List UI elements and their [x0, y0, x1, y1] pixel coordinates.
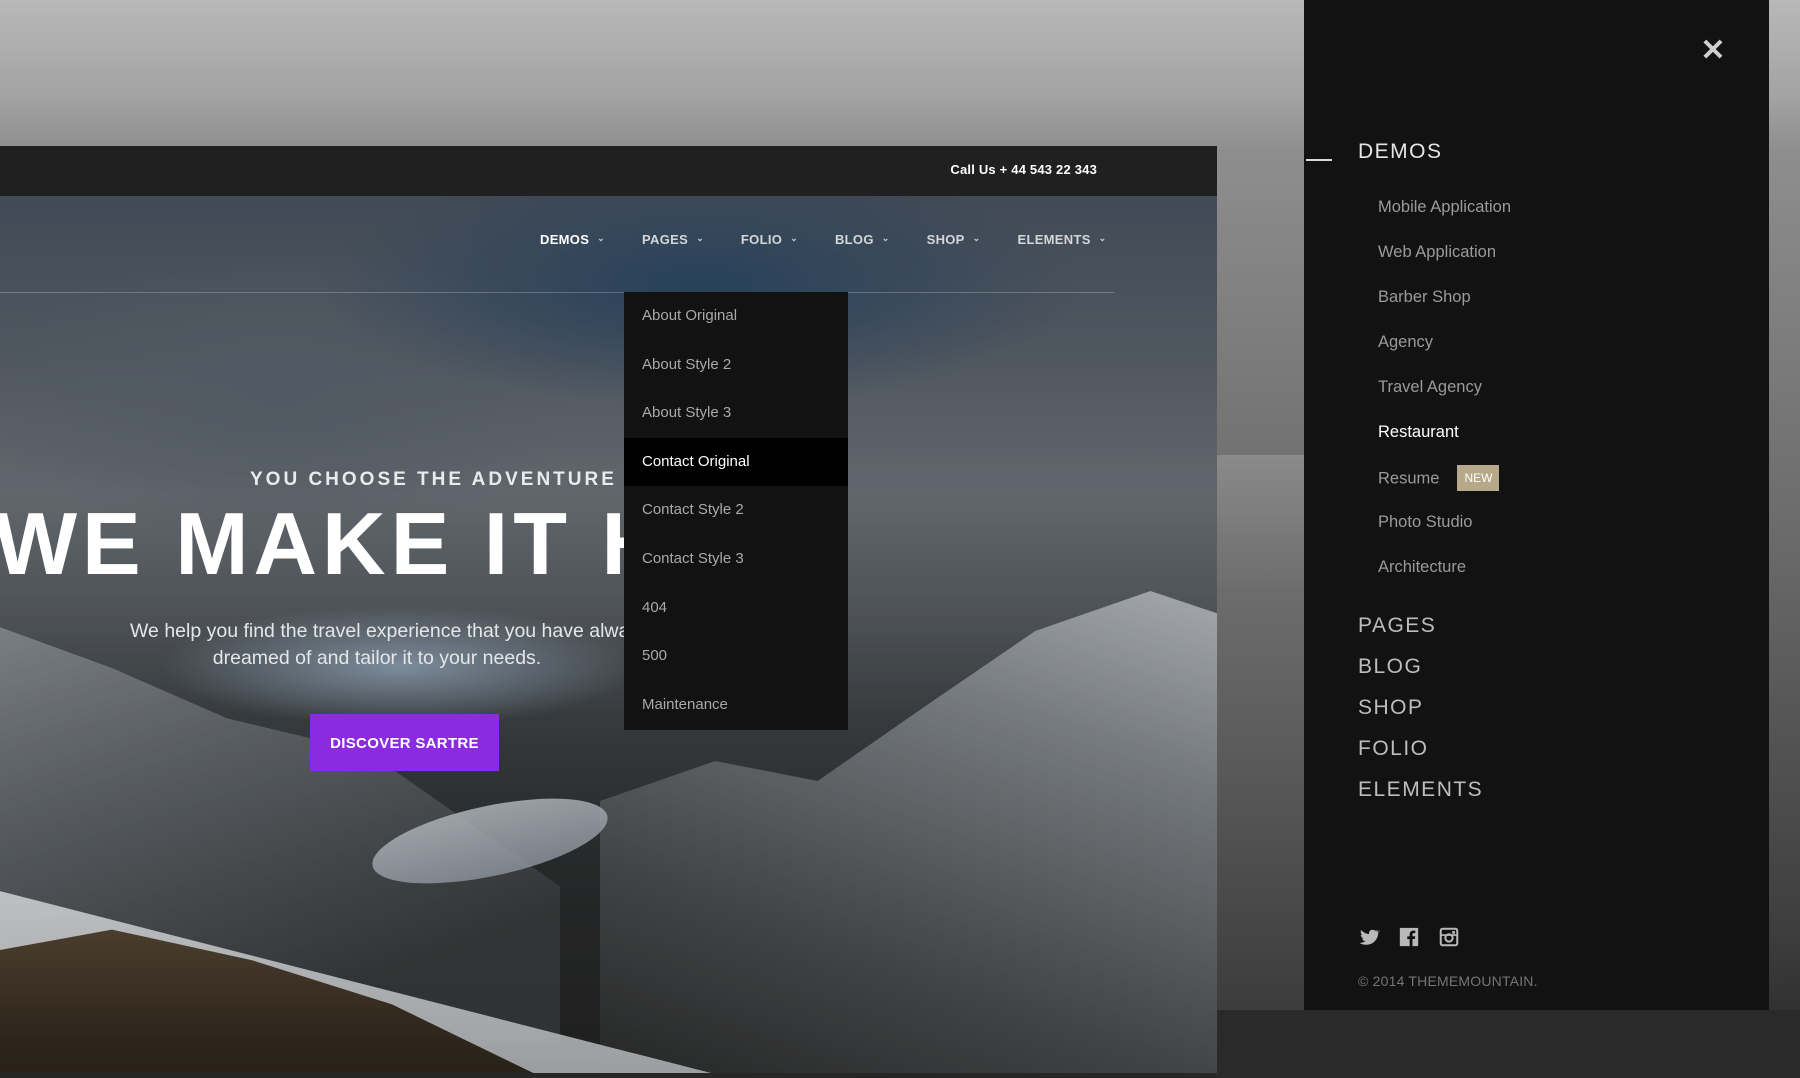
- panel-item-label: Resume: [1378, 469, 1440, 488]
- dropdown-item[interactable]: About Style 3: [624, 389, 848, 438]
- main-nav: DEMOS ⌄ PAGES ⌄ FOLIO ⌄ BLOG ⌄ SHOP ⌄ EL…: [540, 232, 1144, 247]
- panel-item-travel-agency[interactable]: Travel Agency: [1378, 378, 1482, 397]
- dropdown-item[interactable]: 500: [624, 632, 848, 681]
- nav-item-blog[interactable]: BLOG ⌄: [835, 232, 890, 247]
- hero-subtitle: We help you find the travel experience t…: [130, 618, 624, 672]
- panel-section-demos[interactable]: DEMOS: [1358, 140, 1443, 164]
- panel-item-photo-studio[interactable]: Photo Studio: [1378, 513, 1473, 532]
- social-links: [1358, 926, 1460, 948]
- hero-headline: WE MAKE IT HAPPEN: [0, 496, 624, 593]
- nav-item-elements[interactable]: ELEMENTS ⌄: [1017, 232, 1106, 247]
- nav-label: FOLIO: [740, 232, 783, 247]
- dropdown-item[interactable]: Contact Style 2: [624, 486, 848, 535]
- hero-subtitle-line: We help you find the travel experience t…: [130, 620, 624, 642]
- dropdown-item-active[interactable]: Contact Original: [624, 437, 848, 487]
- nav-label: DEMOS: [540, 232, 590, 247]
- nav-item-shop[interactable]: SHOP ⌄: [927, 232, 981, 247]
- nav-item-demos[interactable]: DEMOS ⌄: [540, 232, 605, 247]
- nav-label: PAGES: [642, 232, 689, 247]
- pages-dropdown: About Original About Style 2 About Style…: [624, 292, 848, 730]
- panel-item-mobile-application[interactable]: Mobile Application: [1378, 198, 1511, 217]
- top-bar: Call Us + 44 543 22 343: [0, 146, 1217, 196]
- dropdown-item[interactable]: Contact Style 3: [624, 535, 848, 584]
- chevron-down-icon: ⌄: [972, 233, 981, 243]
- nav-label: ELEMENTS: [1017, 232, 1091, 247]
- chevron-down-icon: ⌄: [597, 233, 606, 243]
- copyright-text: © 2014 THEMEMOUNTAIN.: [1358, 973, 1538, 989]
- outer-sea-image: [1216, 455, 1304, 1010]
- dropdown-item[interactable]: About Original: [624, 292, 848, 341]
- panel-item-web-application[interactable]: Web Application: [1378, 243, 1496, 262]
- facebook-icon[interactable]: [1398, 926, 1420, 948]
- hero-eyebrow: YOU CHOOSE THE ADVENTURE: [250, 469, 617, 490]
- twitter-icon[interactable]: [1358, 926, 1381, 948]
- panel-item-restaurant[interactable]: Restaurant: [1378, 423, 1459, 442]
- nav-item-pages[interactable]: PAGES ⌄: [642, 232, 704, 247]
- chevron-down-icon: ⌄: [790, 233, 798, 243]
- chevron-down-icon: ⌄: [696, 233, 704, 243]
- panel-item-agency[interactable]: Agency: [1378, 333, 1433, 352]
- panel-section-folio[interactable]: FOLIO: [1358, 737, 1429, 761]
- chevron-down-icon: ⌄: [881, 233, 890, 243]
- active-section-marker: [1306, 159, 1332, 161]
- dropdown-item[interactable]: Maintenance: [624, 681, 848, 730]
- panel-item-barber-shop[interactable]: Barber Shop: [1378, 288, 1471, 307]
- nav-divider: [0, 292, 1114, 293]
- panel-section-elements[interactable]: ELEMENTS: [1358, 778, 1483, 802]
- instagram-icon[interactable]: [1438, 926, 1460, 948]
- nav-label: SHOP: [926, 232, 965, 247]
- nav-item-folio[interactable]: FOLIO ⌄: [741, 232, 798, 247]
- website-preview: Call Us + 44 543 22 343 DEMOS ⌄ PAGES ⌄ …: [0, 146, 1217, 1073]
- close-icon[interactable]: ✕: [1700, 36, 1726, 66]
- new-badge: NEW: [1457, 465, 1500, 491]
- nav-label: BLOG: [834, 232, 874, 247]
- hero-subtitle-line: dreamed of and tailor it to your needs.: [212, 647, 542, 669]
- panel-section-pages[interactable]: PAGES: [1358, 614, 1436, 638]
- panel-section-shop[interactable]: SHOP: [1358, 696, 1424, 720]
- dropdown-item[interactable]: 404: [624, 584, 848, 633]
- hero-section: DEMOS ⌄ PAGES ⌄ FOLIO ⌄ BLOG ⌄ SHOP ⌄ EL…: [0, 196, 1217, 1073]
- outer-bottom-bar: [1216, 1010, 1800, 1078]
- panel-item-resume[interactable]: Resume NEW: [1378, 465, 1500, 492]
- call-us-text: Call Us + 44 543 22 343: [950, 162, 1097, 177]
- discover-button[interactable]: DISCOVER SARTRE: [310, 714, 499, 771]
- dropdown-item[interactable]: About Style 2: [624, 341, 848, 390]
- panel-item-architecture[interactable]: Architecture: [1378, 558, 1466, 577]
- chevron-down-icon: ⌄: [1098, 233, 1107, 243]
- panel-section-blog[interactable]: BLOG: [1358, 655, 1422, 679]
